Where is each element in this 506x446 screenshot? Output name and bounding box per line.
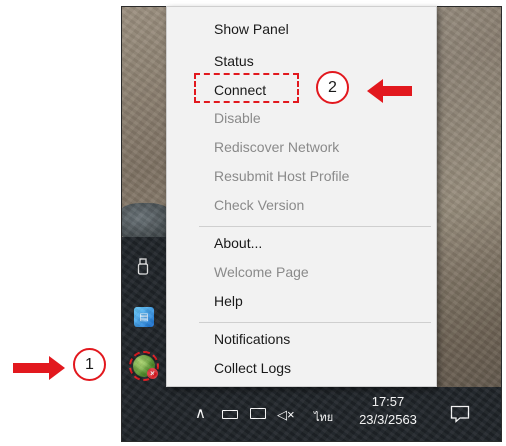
arrow-right-icon (13, 356, 65, 380)
volume-muted-icon[interactable]: ◁× (277, 407, 295, 423)
usb-drive-icon[interactable] (134, 257, 154, 277)
tray-context-menu: Show Panel Status Connect Disable Redisc… (166, 6, 437, 387)
language-indicator[interactable]: ไทย (314, 408, 333, 426)
menu-item-welcome-page: Welcome Page (214, 264, 309, 280)
menu-item-check-version: Check Version (214, 197, 305, 213)
app-icon[interactable]: ▤ (134, 307, 154, 327)
clock[interactable]: 17:57 23/3/2563 (357, 393, 419, 429)
clock-time: 17:57 (371, 394, 405, 409)
menu-item-resubmit-host-profile: Resubmit Host Profile (214, 168, 350, 184)
clock-date: 23/3/2563 (359, 412, 417, 427)
menu-item-show-panel[interactable]: Show Panel (214, 20, 289, 38)
menu-item-status[interactable]: Status (214, 52, 254, 70)
step-2-badge: 2 (316, 71, 349, 104)
notification-icon[interactable] (450, 405, 470, 423)
highlight-tray-icon (129, 351, 159, 381)
menu-item-collect-logs[interactable]: Collect Logs (214, 359, 291, 377)
menu-item-about[interactable]: About... (214, 234, 262, 252)
battery-icon[interactable] (222, 410, 238, 419)
menu-item-help[interactable]: Help (214, 292, 243, 310)
taskbar: ∧ ◁× ไทย 17:57 23/3/2563 (166, 387, 501, 441)
menu-separator (199, 226, 431, 227)
arrow-left-icon (367, 79, 412, 103)
tray-overflow-panel: ▤ × (122, 237, 166, 441)
menu-item-disable: Disable (214, 110, 261, 126)
chevron-up-icon[interactable]: ∧ (195, 404, 206, 422)
menu-item-notifications[interactable]: Notifications (214, 330, 290, 348)
menu-item-rediscover-network: Rediscover Network (214, 139, 340, 155)
network-icon[interactable] (250, 408, 266, 419)
highlight-connect-box (194, 73, 299, 103)
menu-separator (199, 322, 431, 323)
step-1-badge: 1 (73, 348, 106, 381)
